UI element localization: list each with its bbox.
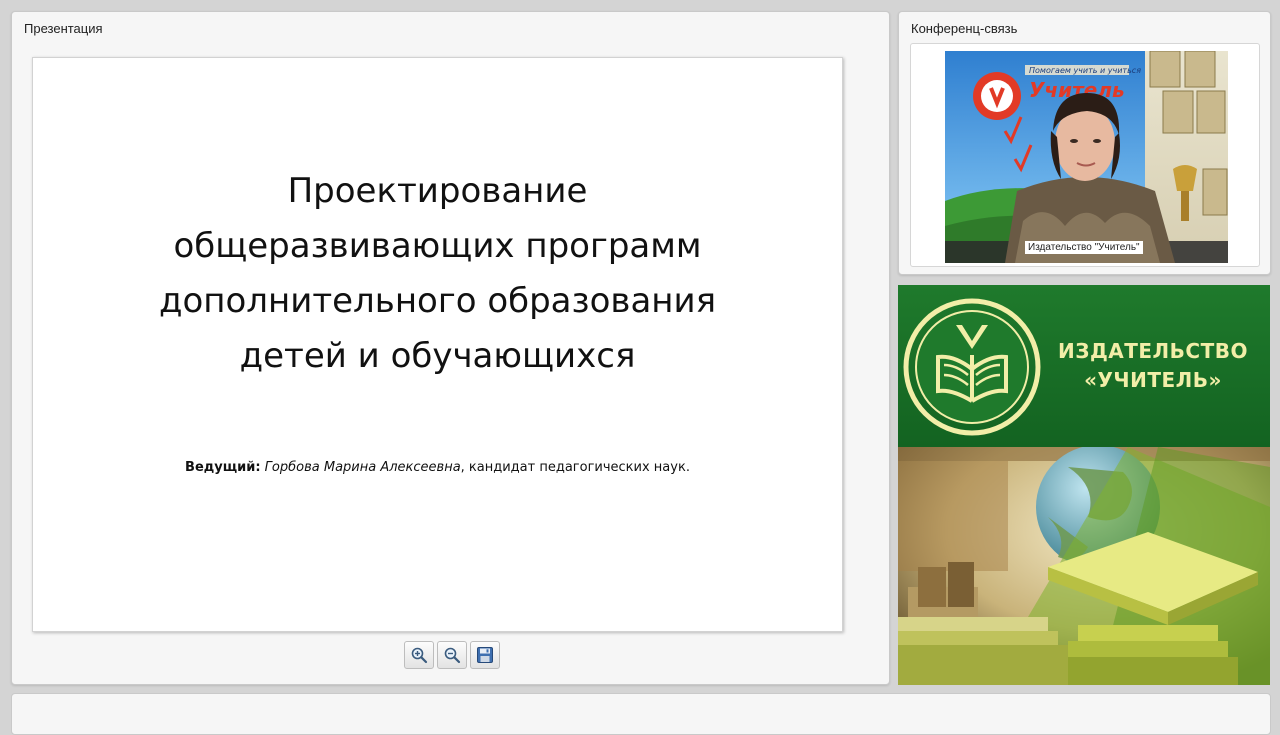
zoom-in-button[interactable]: [404, 641, 434, 669]
video-banner-slogan: Помогаем учить и учиться: [1029, 66, 1141, 75]
slide-title-line: детей и обучающихся: [239, 336, 636, 376]
publisher-logo-icon: [903, 298, 1041, 436]
video-feed-image: Помогаем учить и учиться Учитель: [945, 51, 1228, 263]
save-button[interactable]: [470, 641, 500, 669]
slide-title-line: дополнительного образования: [158, 281, 717, 321]
presenter-name: Горбова Марина Алексеевна: [264, 460, 461, 475]
books-globe-illustration: [898, 445, 1270, 685]
slide-title-line: общеразвивающих программ: [173, 226, 702, 266]
save-icon: [477, 647, 493, 663]
zoom-out-icon: [444, 647, 461, 664]
banner-books-image: [898, 445, 1270, 685]
conference-panel-title: Конференц-связь: [911, 21, 1018, 36]
video-participant-label: Издательство "Учитель": [1025, 241, 1143, 254]
video-feed[interactable]: Помогаем учить и учиться Учитель Издател…: [945, 51, 1228, 263]
presenter-credentials: , кандидат педагогических наук.: [460, 460, 690, 475]
publisher-name: ИЗДАТЕЛЬСТВО «УЧИТЕЛЬ»: [1048, 337, 1258, 395]
presenter-label: Ведущий:: [185, 460, 261, 475]
slide-title-line: Проектирование: [287, 171, 588, 211]
presentation-toolbar: [404, 641, 500, 671]
publisher-name-line: «УЧИТЕЛЬ»: [1084, 368, 1222, 392]
publisher-banner: ИЗДАТЕЛЬСТВО «УЧИТЕЛЬ»: [898, 285, 1270, 685]
bottom-panel: [11, 693, 1271, 735]
publisher-name-line: ИЗДАТЕЛЬСТВО: [1058, 339, 1248, 363]
presentation-panel: Презентация Проектирование общеразвивающ…: [11, 11, 890, 685]
banner-top: ИЗДАТЕЛЬСТВО «УЧИТЕЛЬ»: [898, 285, 1270, 447]
zoom-out-button[interactable]: [437, 641, 467, 669]
presentation-panel-title: Презентация: [24, 21, 103, 36]
slide-title: Проектирование общеразвивающих программ …: [73, 164, 802, 384]
video-frame: Помогаем учить и учиться Учитель Издател…: [910, 43, 1260, 267]
slide-presenter-line: Ведущий: Горбова Марина Алексеевна, канд…: [33, 460, 842, 475]
conference-panel: Конференц-связь Помогаем учить и учиться…: [898, 11, 1271, 275]
presentation-slide: Проектирование общеразвивающих программ …: [32, 57, 843, 632]
zoom-in-icon: [411, 647, 428, 664]
